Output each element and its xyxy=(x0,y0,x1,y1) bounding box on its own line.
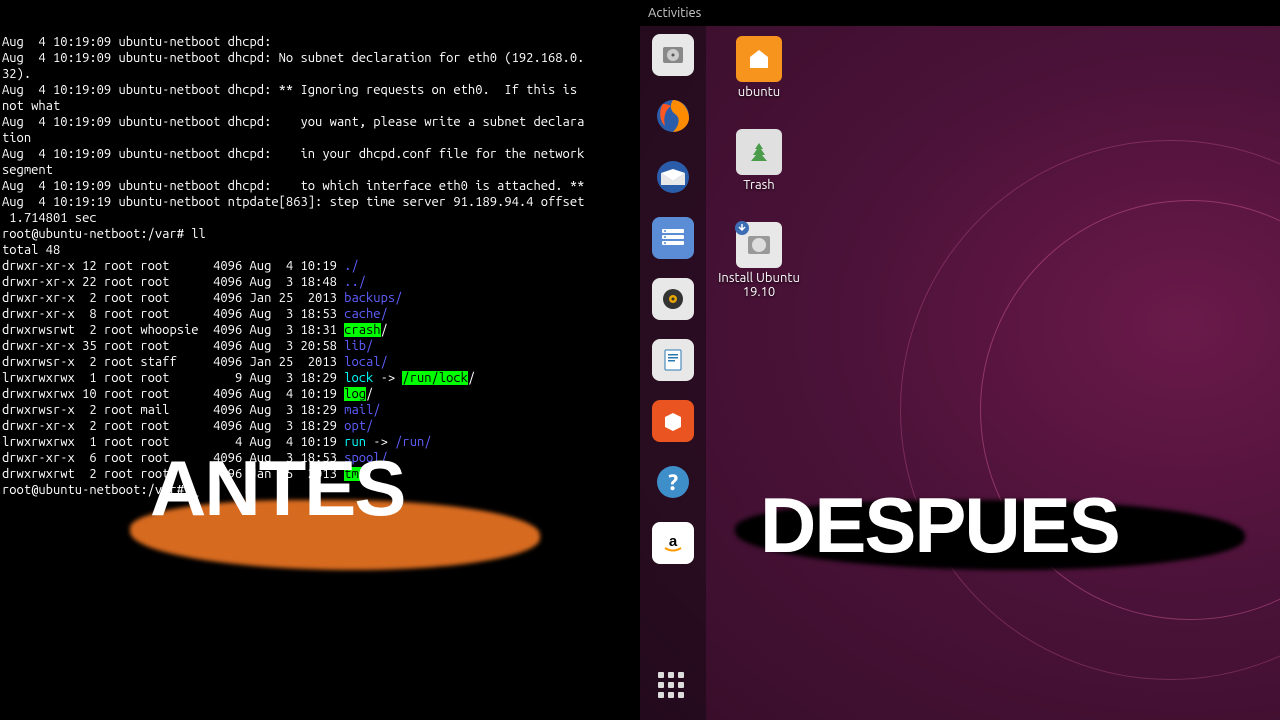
dock-rhythmbox[interactable] xyxy=(652,278,694,320)
terminal-output[interactable]: Aug 4 10:19:09 ubuntu-netboot dhcpd: Aug… xyxy=(0,32,640,500)
dock-software[interactable] xyxy=(652,400,694,442)
dock-files[interactable] xyxy=(652,217,694,259)
svg-text:?: ? xyxy=(667,470,679,495)
desktop-icon-trash[interactable]: Trash xyxy=(714,129,804,192)
wallpaper-orbit-2 xyxy=(900,140,1280,680)
svg-text:a: a xyxy=(669,533,678,550)
dock-firefox[interactable] xyxy=(652,95,694,137)
dock-disks[interactable] xyxy=(652,34,694,76)
desktop-icon-ubuntu[interactable]: ubuntu xyxy=(714,36,804,99)
desktop-icon-label: Install Ubuntu 19.10 xyxy=(718,271,800,299)
top-bar: Activities xyxy=(640,0,1280,26)
dock-help[interactable]: ? xyxy=(652,461,694,503)
desktop-pane: Activities ? a xyxy=(640,0,1280,720)
label-antes: ANTES xyxy=(150,480,404,496)
desktop-icons-area: ubuntu Trash Install Ubuntu 19.10 xyxy=(714,36,804,299)
dock-amazon[interactable]: a xyxy=(652,522,694,564)
label-despues: DESPUES xyxy=(760,480,1119,571)
activities-button[interactable]: Activities xyxy=(648,6,701,20)
desktop-icon-install[interactable]: Install Ubuntu 19.10 xyxy=(714,222,804,299)
dock-writer[interactable] xyxy=(652,339,694,381)
desktop-icon-label: ubuntu xyxy=(738,85,780,99)
terminal-pane: Aug 4 10:19:09 ubuntu-netboot dhcpd: Aug… xyxy=(0,0,640,720)
dock-thunderbird[interactable] xyxy=(652,156,694,198)
apps-grid-icon[interactable] xyxy=(658,672,688,702)
dock: ? a xyxy=(640,26,706,720)
desktop-icon-label: Trash xyxy=(743,178,774,192)
